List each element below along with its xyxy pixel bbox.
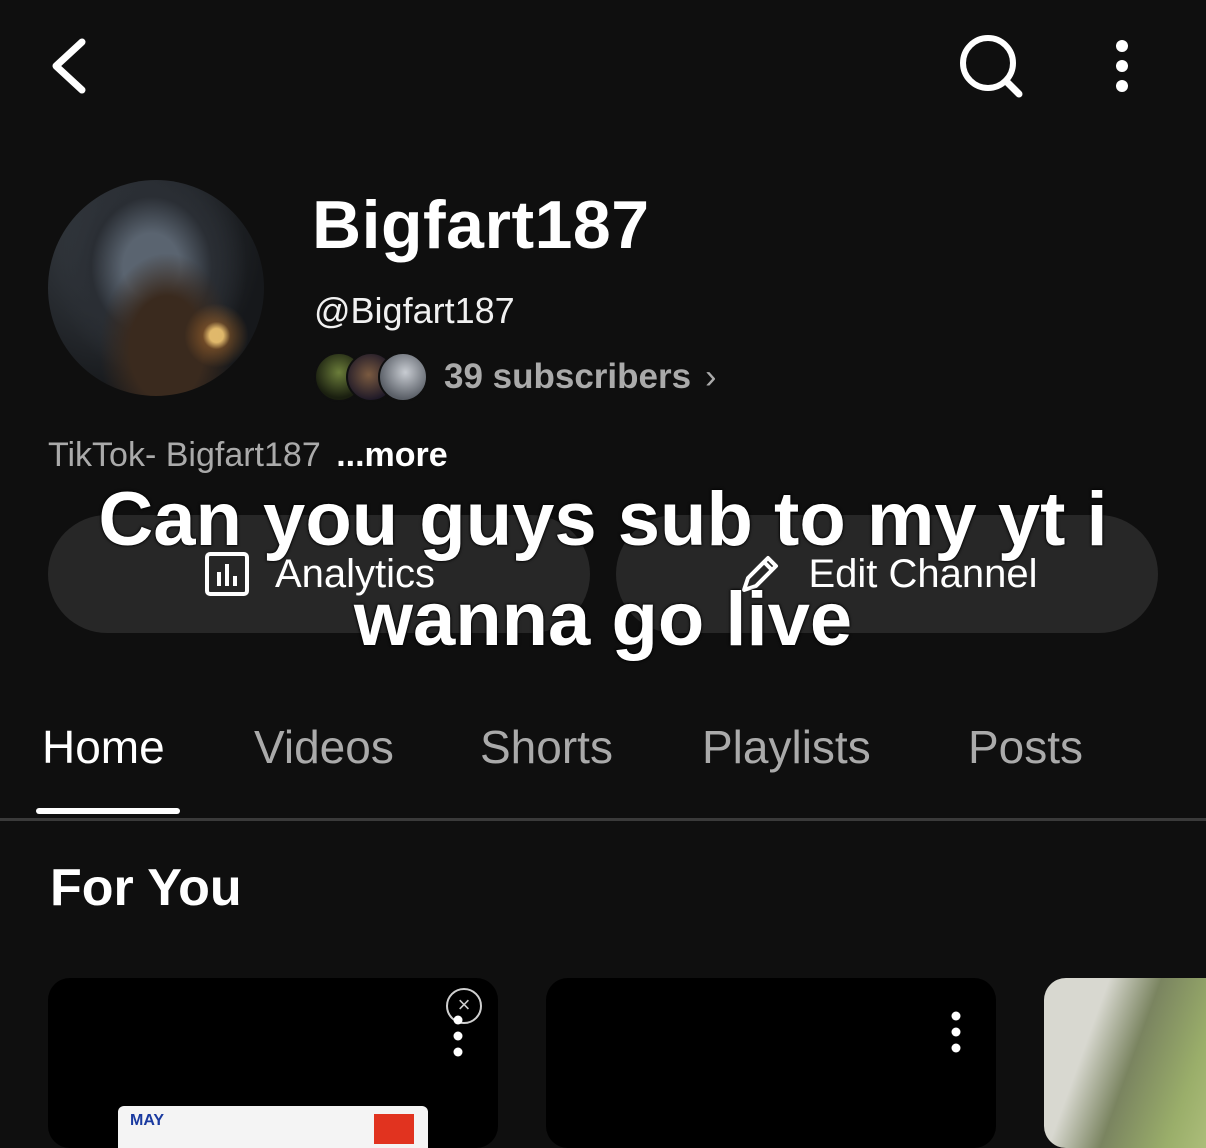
video-thumbnail: MAY	[118, 1106, 428, 1148]
more-vertical-icon[interactable]	[946, 1008, 966, 1056]
channel-handle: @Bigfart187	[314, 290, 515, 331]
channel-avatar[interactable]	[48, 180, 264, 396]
thumbnail-text: MAY	[130, 1112, 165, 1129]
subscriber-count: 39 subscribers	[444, 357, 692, 396]
more-options-button[interactable]	[1100, 34, 1144, 98]
back-chevron-icon	[52, 38, 86, 94]
description-text: TikTok- Bigfart187	[48, 436, 321, 474]
search-icon	[960, 35, 1023, 98]
overlay-caption: Can you guys sub to my yt i wanna go liv…	[98, 477, 1108, 662]
video-card[interactable]: × MAY	[48, 978, 498, 1148]
back-button[interactable]	[44, 34, 96, 98]
thumbnail-graphic	[374, 1114, 414, 1144]
tab-playlists[interactable]: Playlists	[702, 720, 871, 774]
more-vertical-icon	[1116, 40, 1128, 92]
video-card[interactable]	[546, 978, 996, 1148]
more-vertical-icon[interactable]	[448, 1012, 468, 1060]
channel-name: Bigfart187	[312, 187, 650, 263]
active-tab-indicator	[36, 808, 180, 814]
channel-tabs: Home Videos Shorts Playlists Posts	[0, 700, 1206, 821]
tab-posts[interactable]: Posts	[968, 720, 1083, 774]
section-title: For You	[50, 859, 242, 917]
subscriber-avatar	[378, 352, 428, 402]
video-card[interactable]	[1044, 978, 1206, 1148]
search-button[interactable]	[955, 34, 1025, 98]
tab-shorts[interactable]: Shorts	[480, 720, 613, 774]
tab-home[interactable]: Home	[42, 720, 165, 774]
chevron-right-icon: ›	[705, 357, 717, 396]
tab-videos[interactable]: Videos	[254, 720, 394, 774]
more-link[interactable]: ...more	[336, 436, 447, 474]
subscribers-row[interactable]: 39 subscribers ›	[314, 350, 716, 404]
